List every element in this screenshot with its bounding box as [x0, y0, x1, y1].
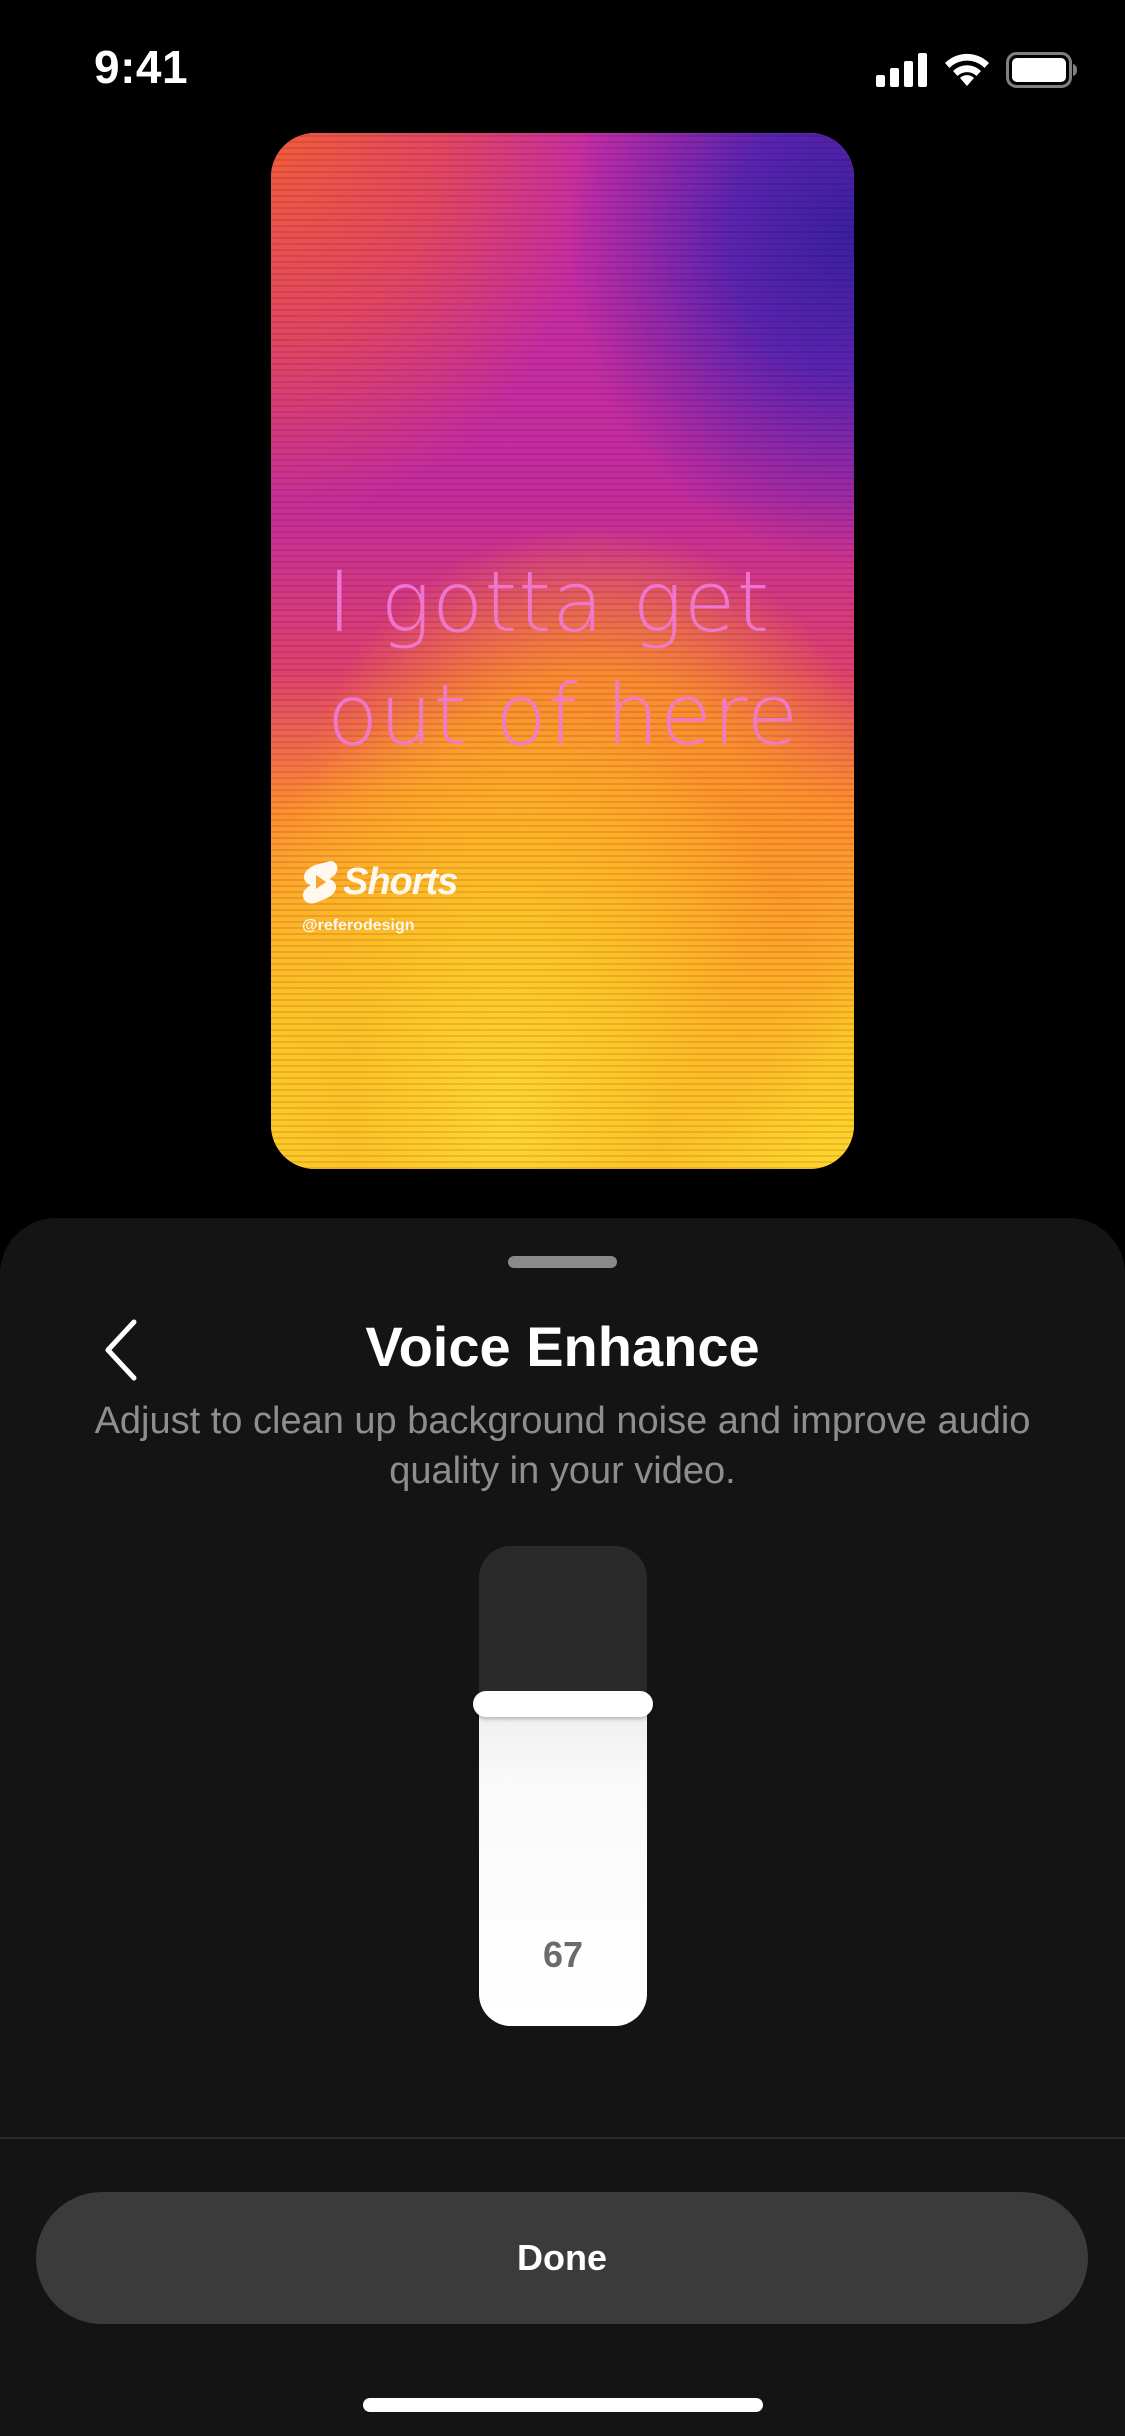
caption-line-2: out of here	[327, 666, 800, 764]
video-preview[interactable]: I gotta get out of here Shorts @referode…	[271, 133, 854, 1169]
wifi-icon	[945, 53, 989, 86]
done-button[interactable]: Done	[36, 2192, 1088, 2324]
voice-enhance-sheet: Voice Enhance Adjust to clean up backgro…	[0, 1218, 1125, 2436]
shorts-wordmark: Shorts	[343, 860, 458, 903]
sheet-description: Adjust to clean up background noise and …	[94, 1400, 1031, 1492]
shorts-logo: Shorts	[301, 860, 458, 904]
slider-value: 67	[542, 1934, 584, 1975]
slider-fill	[479, 1704, 647, 2026]
voice-enhance-slider[interactable]: 67	[473, 1546, 653, 2026]
divider	[0, 2137, 1125, 2139]
status-bar: 9:41	[0, 0, 1125, 135]
signal-icon	[876, 53, 927, 87]
preview-caption: I gotta get out of here	[327, 546, 827, 772]
shorts-icon	[302, 861, 338, 904]
home-indicator	[363, 2398, 763, 2412]
sheet-title: Voice Enhance	[365, 1315, 760, 1378]
creator-handle: @referodesign	[302, 917, 415, 934]
battery-icon	[1006, 52, 1077, 88]
caption-line-1: I gotta get	[327, 553, 771, 651]
status-icons	[876, 50, 1078, 90]
sheet-grabber[interactable]	[508, 1256, 617, 1268]
status-time: 9:41	[94, 41, 189, 93]
slider-handle[interactable]	[473, 1691, 653, 1717]
